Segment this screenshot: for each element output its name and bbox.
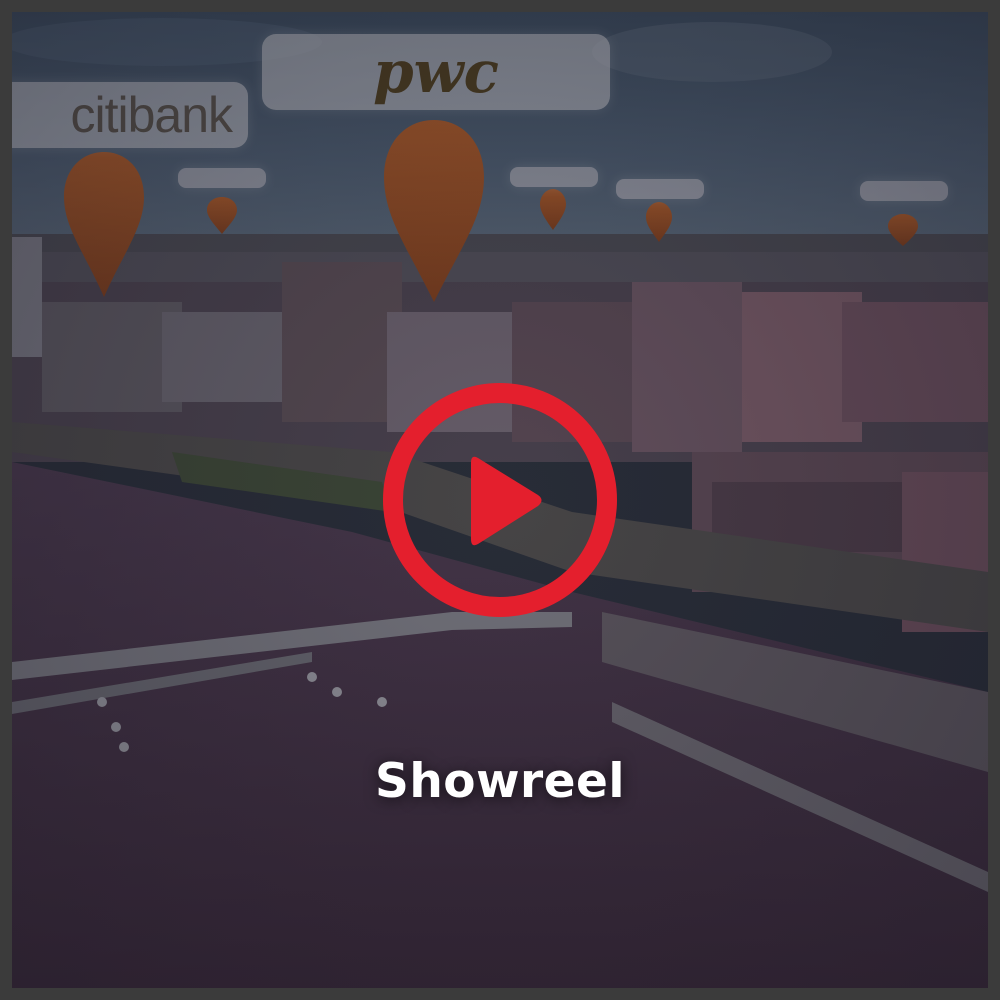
showreel-card: citibank pwc Showreel [0, 0, 1000, 1000]
small-logo-placeholder [860, 181, 948, 201]
citibank-logo: citibank [12, 82, 248, 148]
small-logo-placeholder [178, 168, 266, 188]
video-thumbnail[interactable]: citibank pwc Showreel [12, 12, 988, 988]
play-circle-icon [383, 383, 617, 617]
play-button[interactable] [375, 375, 625, 625]
showreel-caption: Showreel [374, 754, 626, 809]
pwc-logo-text: pwc [373, 38, 499, 106]
pwc-logo: pwc [262, 34, 610, 110]
small-logo-placeholder [616, 179, 704, 199]
citibank-logo-text: citibank [70, 87, 233, 143]
small-logo-placeholder [510, 167, 598, 187]
